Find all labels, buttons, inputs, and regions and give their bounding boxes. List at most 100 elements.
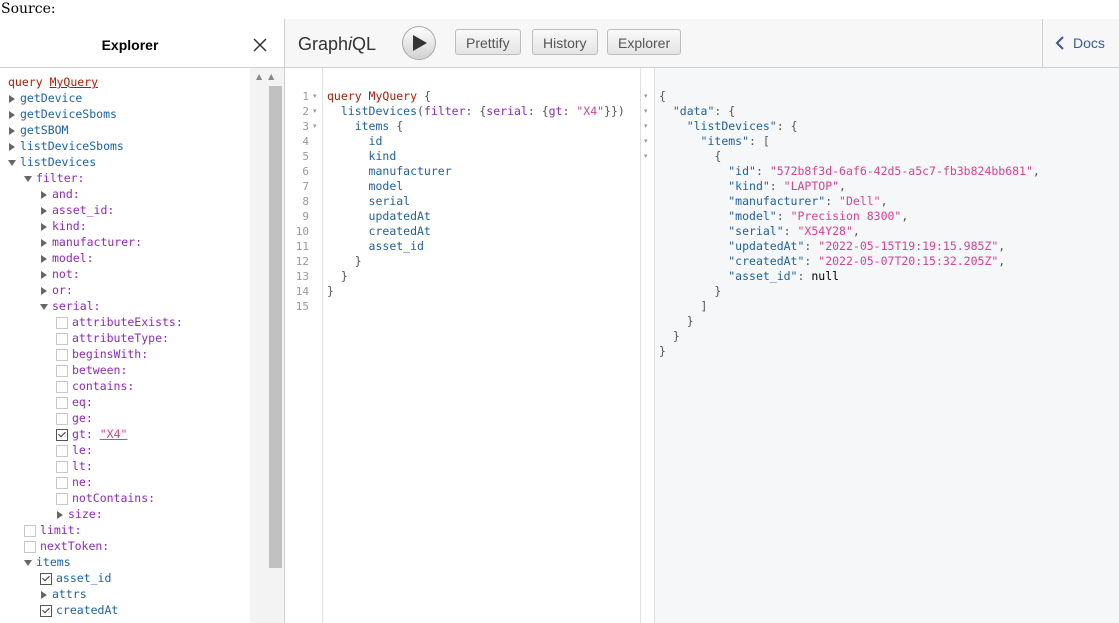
explorer-item[interactable]: size:	[56, 506, 103, 522]
history-button[interactable]: History	[532, 29, 598, 55]
explorer-item[interactable]: contains:	[56, 378, 134, 394]
explorer-item[interactable]: getDevice	[8, 90, 82, 106]
query-line: query MyQuery {	[327, 89, 431, 103]
explorer-title: Explorer	[101, 37, 159, 53]
execute-query-button[interactable]	[402, 26, 436, 60]
prettify-button[interactable]: Prettify	[455, 29, 521, 55]
caret-right-icon[interactable]	[40, 283, 52, 297]
result-line: "manufacturer": "Dell",	[728, 194, 888, 208]
result-line: "data": {	[672, 104, 736, 118]
caret-right-icon[interactable]	[8, 139, 20, 153]
explorer-item[interactable]: attributeExists:	[56, 314, 183, 330]
caret-down-icon[interactable]	[24, 555, 36, 569]
caret-right-icon[interactable]	[40, 235, 52, 249]
fold-toggle-icon[interactable]: ▾	[644, 134, 648, 149]
explorer-query-header: query MyQuery	[8, 74, 98, 90]
fold-toggle-icon[interactable]: ▾	[644, 119, 648, 134]
caret-down-icon[interactable]	[8, 155, 20, 169]
query-editor[interactable]: query MyQuery { listDevices(filter: {ser…	[322, 68, 640, 623]
explorer-item[interactable]: attrs	[40, 586, 87, 602]
scrollbar-thumb[interactable]	[269, 86, 282, 568]
checkbox[interactable]	[56, 428, 68, 441]
caret-right-icon[interactable]	[40, 267, 52, 281]
explorer-button[interactable]: Explorer	[607, 29, 682, 55]
explorer-item[interactable]: manufacturer:	[40, 234, 142, 250]
explorer-item[interactable]: filter:	[24, 170, 84, 186]
caret-right-icon[interactable]	[8, 107, 20, 121]
argument-value-input[interactable]: "X4"	[100, 427, 128, 441]
explorer-item[interactable]: ne:	[56, 474, 93, 490]
explorer-item[interactable]: getSBOM	[8, 122, 68, 138]
close-icon[interactable]	[252, 37, 268, 53]
fold-toggle-icon[interactable]: ▾	[644, 89, 648, 104]
caret-right-icon[interactable]	[40, 587, 52, 601]
checkbox[interactable]	[40, 604, 52, 617]
checkbox[interactable]	[56, 332, 68, 345]
explorer-item[interactable]: le:	[56, 442, 93, 458]
explorer-item-label: getDevice	[20, 91, 83, 105]
caret-right-icon[interactable]	[40, 203, 52, 217]
explorer-item-label: serial:	[52, 299, 101, 313]
docs-button[interactable]: Docs	[1042, 19, 1119, 67]
explorer-tree: query MyQuery getDevice getDeviceSboms get…	[0, 68, 250, 623]
fold-toggle-icon[interactable]: ▾	[313, 119, 317, 134]
query-name[interactable]: MyQuery	[50, 75, 98, 89]
explorer-item[interactable]: createdAt	[40, 602, 118, 618]
explorer-item[interactable]: asset_id:	[40, 202, 114, 218]
explorer-item[interactable]: getDeviceSboms	[8, 106, 117, 122]
result-line: }	[659, 284, 722, 298]
checkbox[interactable]	[56, 364, 68, 377]
scroll-arrows-icon[interactable]: ▲▲	[256, 72, 280, 81]
checkbox[interactable]	[56, 444, 68, 457]
explorer-item[interactable]: gt: "X4"	[56, 426, 127, 442]
checkbox[interactable]	[24, 524, 36, 537]
explorer-item[interactable]: notContains:	[56, 490, 155, 506]
checkbox[interactable]	[56, 380, 68, 393]
explorer-item[interactable]: attributeType:	[56, 330, 169, 346]
caret-right-icon[interactable]	[56, 507, 68, 521]
explorer-item[interactable]: listDeviceSboms	[8, 138, 124, 154]
query-line: items {	[354, 119, 404, 133]
line-number: 2	[302, 105, 309, 118]
explorer-item[interactable]: listDevices	[8, 154, 96, 170]
explorer-item[interactable]: and:	[40, 186, 80, 202]
explorer-item[interactable]: not:	[40, 266, 80, 282]
checkbox[interactable]	[56, 476, 68, 489]
explorer-item[interactable]: lt:	[56, 458, 93, 474]
explorer-item[interactable]: items	[24, 554, 71, 570]
caret-right-icon[interactable]	[40, 219, 52, 233]
checkbox[interactable]	[56, 460, 68, 473]
checkbox[interactable]	[24, 540, 36, 553]
checkbox[interactable]	[40, 572, 52, 585]
caret-right-icon[interactable]	[40, 187, 52, 201]
caret-right-icon[interactable]	[40, 251, 52, 265]
explorer-item[interactable]: beginsWith:	[56, 346, 148, 362]
checkbox[interactable]	[56, 412, 68, 425]
explorer-item[interactable]: ge:	[56, 410, 93, 426]
explorer-item[interactable]: nextToken:	[24, 538, 109, 554]
result-line: "listDevices": {	[686, 119, 798, 133]
line-number: 5	[302, 150, 309, 163]
caret-down-icon[interactable]	[40, 299, 52, 313]
fold-toggle-icon[interactable]: ▾	[313, 89, 317, 104]
explorer-item[interactable]: limit:	[24, 522, 82, 538]
explorer-item[interactable]: between:	[56, 362, 127, 378]
caret-right-icon[interactable]	[8, 123, 20, 137]
explorer-item[interactable]: asset_id	[40, 570, 111, 586]
fold-toggle-icon[interactable]: ▾	[644, 104, 648, 119]
explorer-item[interactable]: eq:	[56, 394, 93, 410]
checkbox[interactable]	[56, 396, 68, 409]
explorer-item[interactable]: model:	[40, 250, 94, 266]
checkbox[interactable]	[56, 492, 68, 505]
explorer-item[interactable]: kind:	[40, 218, 87, 234]
caret-right-icon[interactable]	[8, 91, 20, 105]
editor-gutter: 1 ▾ 2 ▾ 3 ▾ 4 5 6 7 8 9 10 11 12 13 14 15	[285, 68, 323, 623]
query-line: kind	[368, 149, 397, 163]
caret-down-icon[interactable]	[24, 171, 36, 185]
checkbox[interactable]	[56, 316, 68, 329]
explorer-item[interactable]: serial:	[40, 298, 100, 314]
fold-toggle-icon[interactable]: ▾	[313, 104, 317, 119]
checkbox[interactable]	[56, 348, 68, 361]
fold-toggle-icon[interactable]: ▾	[644, 149, 648, 164]
explorer-item[interactable]: or:	[40, 282, 73, 298]
